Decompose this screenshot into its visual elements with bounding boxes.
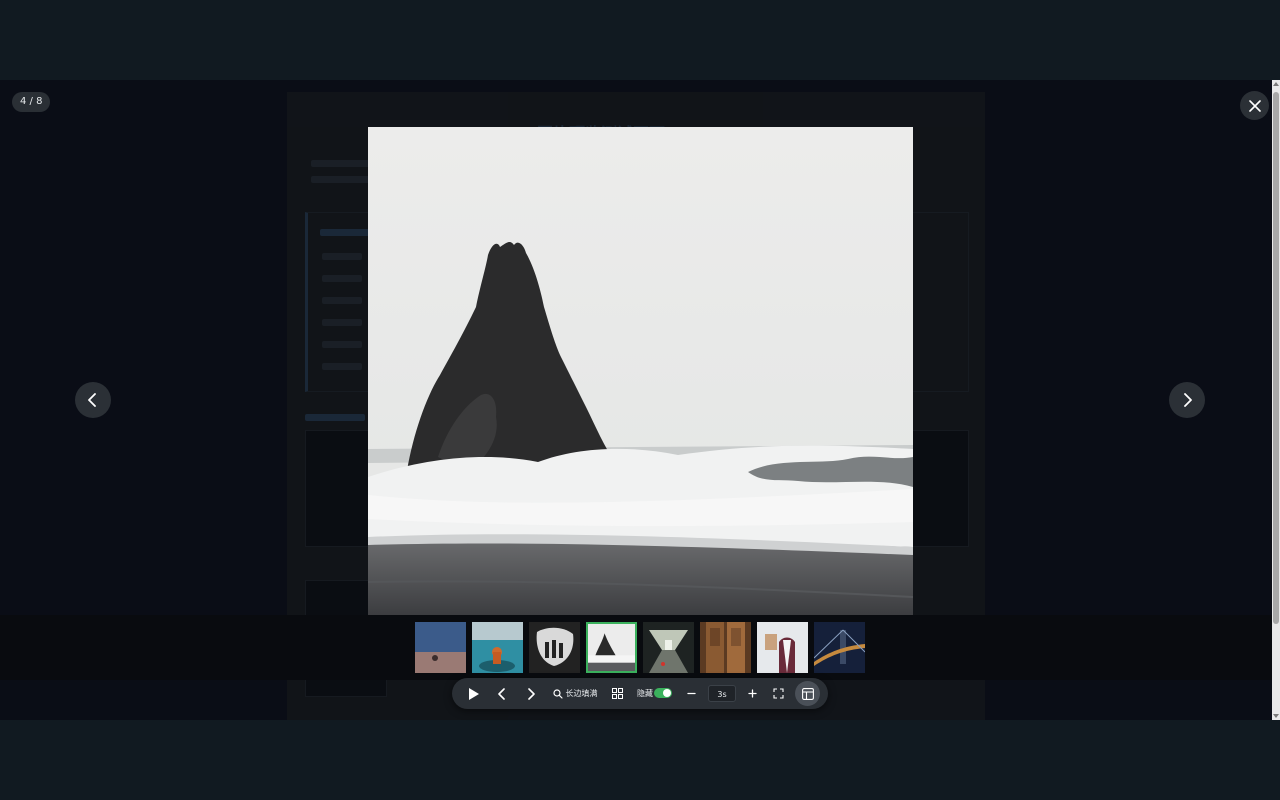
zoom-out-button[interactable] (684, 678, 698, 709)
sea-stack-photo (368, 127, 913, 615)
play-icon (468, 687, 479, 700)
scroll-down-arrow-icon[interactable] (1273, 711, 1279, 719)
background-text-line (322, 341, 362, 348)
image-counter: 4 / 8 (12, 92, 51, 112)
thumbnail-2[interactable] (472, 622, 523, 673)
toolbar-prev-button[interactable] (494, 678, 510, 709)
scrollbar[interactable] (1272, 80, 1280, 720)
thumbnail-image (529, 622, 580, 673)
thumbnail-image (757, 622, 808, 673)
thumbnail-image (415, 622, 466, 673)
main-image (368, 127, 913, 615)
toolbar-next-button[interactable] (523, 678, 539, 709)
background-text-line (322, 363, 362, 370)
thumbnail-image (700, 622, 751, 673)
minus-icon (686, 692, 696, 695)
background-text-line (320, 229, 370, 236)
thumbnail-strip (0, 615, 1272, 680)
scrollbar-thumb[interactable] (1273, 92, 1279, 624)
search-icon (552, 688, 563, 699)
layout-icon (801, 687, 814, 700)
fit-mode-label: 长边填满 (565, 689, 598, 698)
thumbnail-7[interactable] (757, 622, 808, 673)
close-icon (1248, 99, 1261, 112)
thumbnail-image (588, 624, 635, 671)
background-text-line (322, 297, 362, 304)
background-text-line (305, 414, 365, 421)
scroll-up-arrow-icon[interactable] (1273, 81, 1279, 89)
previous-image-button[interactable] (75, 382, 111, 418)
chevron-left-icon (88, 393, 96, 407)
grid-icon (611, 688, 623, 699)
top-band (0, 0, 1280, 80)
chevron-right-icon (528, 687, 535, 700)
fullscreen-button[interactable] (771, 678, 785, 709)
layout-button[interactable] (795, 681, 820, 706)
toggle-knob (663, 689, 671, 697)
hide-label-wrap: 隐藏 (636, 678, 654, 709)
viewer-toolbar: 长边填满 隐藏 3s (452, 678, 828, 709)
chevron-left-icon (498, 687, 505, 700)
next-image-button[interactable] (1169, 382, 1205, 418)
zoom-in-button[interactable] (745, 678, 759, 709)
thumbnail-image (814, 622, 865, 673)
fullscreen-icon (772, 688, 784, 699)
thumbnail-8[interactable] (814, 622, 865, 673)
background-text-line (322, 275, 362, 282)
thumbnail-image (472, 622, 523, 673)
thumbnail-4[interactable] (586, 622, 637, 673)
hide-toggle[interactable] (654, 688, 672, 698)
plus-icon (747, 689, 757, 698)
interval-input[interactable]: 3s (708, 685, 736, 702)
fit-mode-button[interactable]: 长边填满 (552, 678, 598, 709)
thumbnail-1[interactable] (415, 622, 466, 673)
play-button[interactable] (464, 678, 482, 709)
grid-view-button[interactable] (609, 678, 625, 709)
background-text-line (322, 319, 362, 326)
thumbnail-6[interactable] (700, 622, 751, 673)
thumbnail-image (643, 622, 694, 673)
thumbnail-5[interactable] (643, 622, 694, 673)
hide-label: 隐藏 (637, 689, 653, 698)
background-text-line (322, 253, 362, 260)
close-button[interactable] (1240, 91, 1269, 120)
bottom-band (0, 720, 1280, 800)
chevron-right-icon (1184, 393, 1192, 407)
thumbnail-3[interactable] (529, 622, 580, 673)
